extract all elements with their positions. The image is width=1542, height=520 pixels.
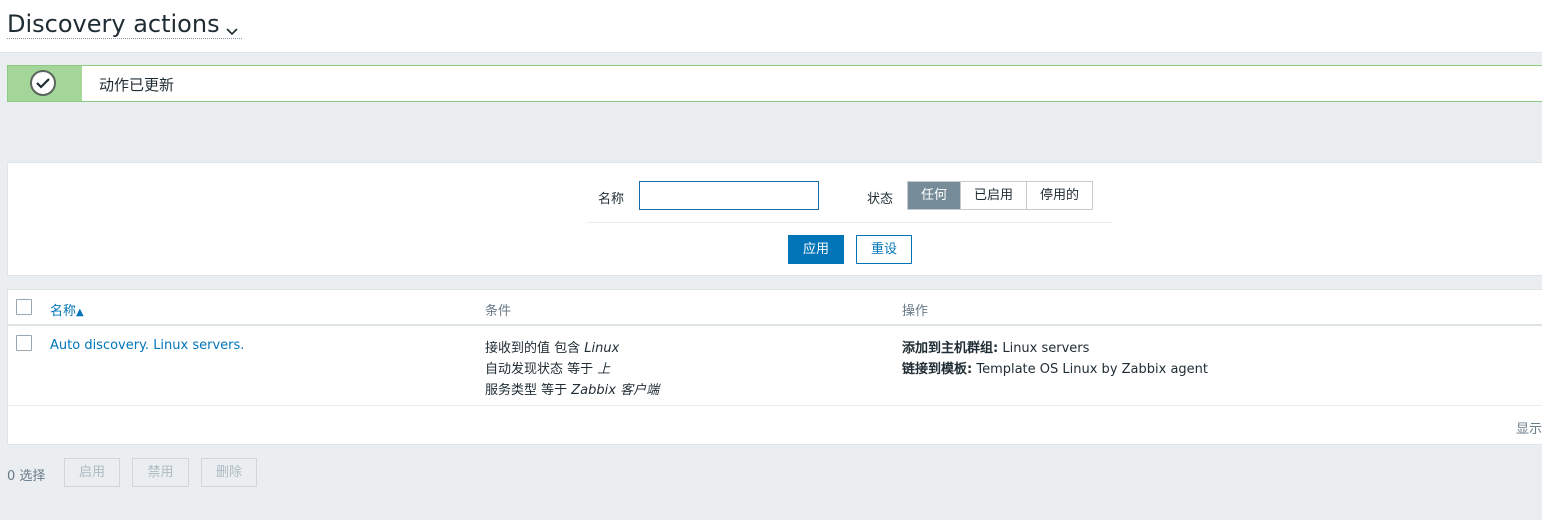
table-header: 名称▲ 条件 操作	[8, 290, 1542, 326]
condition-line: 接收到的值 包含 Linux	[485, 338, 659, 359]
actions-table: 名称▲ 条件 操作 Auto discovery. Linux servers.…	[7, 289, 1542, 445]
condition-line: 自动发现状态 等于 上	[485, 359, 659, 380]
condition-label: 接收到的值 包含	[485, 341, 585, 356]
operation-label: 添加到主机群组:	[902, 341, 999, 356]
chevron-down-icon	[224, 17, 240, 36]
status-option-any[interactable]: 任何	[908, 182, 962, 209]
table-row: Auto discovery. Linux servers. 接收到的值 包含 …	[8, 326, 1542, 406]
operation-value: Template OS Linux by Zabbix agent	[972, 362, 1209, 377]
page-title-text: Discovery actions	[7, 10, 220, 38]
page-title-dropdown[interactable]: Discovery actions	[7, 10, 242, 39]
apply-button[interactable]: 应用	[788, 235, 844, 264]
sort-asc-icon: ▲	[76, 307, 84, 318]
success-icon-box	[8, 66, 82, 101]
conditions-cell: 接收到的值 包含 Linux 自动发现状态 等于 上 服务类型 等于 Zabbi…	[485, 338, 659, 401]
display-info-text: 显示	[1516, 422, 1542, 437]
selected-count: 0 选择	[7, 469, 46, 484]
column-header-name[interactable]: 名称▲	[50, 300, 84, 319]
status-option-disabled[interactable]: 停用的	[1027, 182, 1093, 209]
enable-button[interactable]: 启用	[64, 458, 120, 487]
row-checkbox[interactable]	[16, 335, 32, 351]
condition-label: 自动发现状态 等于	[485, 362, 598, 377]
operation-value: Linux servers	[998, 341, 1090, 356]
disable-button[interactable]: 禁用	[132, 458, 189, 487]
condition-value: Linux	[584, 341, 620, 356]
status-option-enabled[interactable]: 已启用	[961, 182, 1028, 209]
condition-label: 服务类型 等于	[485, 383, 572, 398]
operation-label: 链接到模板:	[902, 362, 973, 377]
action-name-link[interactable]: Auto discovery. Linux servers.	[50, 338, 244, 353]
column-header-name-label: 名称	[50, 304, 77, 319]
operations-cell: 添加到主机群组: Linux servers 链接到模板: Template O…	[902, 338, 1208, 380]
select-all-checkbox[interactable]	[16, 299, 32, 315]
column-header-operations: 操作	[902, 304, 929, 319]
name-filter-input[interactable]	[639, 181, 819, 210]
operation-line: 添加到主机群组: Linux servers	[902, 338, 1208, 359]
status-segmented-control: 任何 已启用 停用的	[907, 181, 1094, 210]
success-message: 动作已更新	[7, 65, 1542, 102]
condition-value: 上	[597, 362, 611, 377]
filter-divider	[587, 222, 1113, 223]
check-icon	[30, 70, 56, 96]
operation-line: 链接到模板: Template OS Linux by Zabbix agent	[902, 359, 1208, 380]
column-header-conditions: 条件	[485, 304, 512, 319]
reset-button[interactable]: 重设	[856, 235, 912, 264]
success-message-text: 动作已更新	[99, 76, 175, 94]
status-filter-label: 状态	[867, 192, 894, 207]
condition-line: 服务类型 等于 Zabbix 客户端	[485, 380, 659, 401]
condition-value: Zabbix 客户端	[571, 383, 660, 398]
filter-panel: 名称 状态 任何 已启用 停用的 应用 重设	[7, 162, 1542, 276]
name-filter-label: 名称	[598, 192, 625, 207]
page-header: Discovery actions	[0, 0, 1542, 53]
delete-button[interactable]: 删除	[201, 458, 257, 487]
